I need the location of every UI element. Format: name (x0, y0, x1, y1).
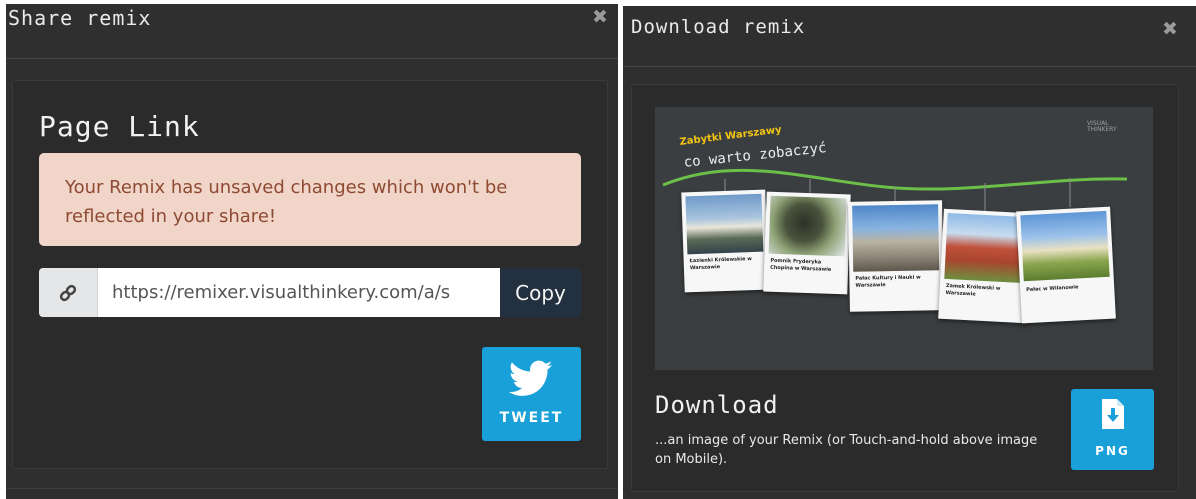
close-icon[interactable]: ✖ (592, 8, 608, 27)
tweet-label: TWEET (499, 410, 564, 426)
share-url-input[interactable] (98, 268, 500, 317)
photo-caption: Pałac w Wilanowie (1026, 284, 1079, 294)
modal-title: Download remix (631, 16, 806, 38)
download-heading: Download (655, 391, 779, 419)
photo-card: Łazienki Królewskie w Warszawie (681, 189, 769, 293)
share-remix-modal: Share remix ✖ Page Link Your Remix has u… (6, 4, 618, 499)
tweet-button[interactable]: TWEET (482, 347, 581, 441)
twitter-bird-icon (509, 360, 553, 396)
download-remix-modal: Download remix ✖ Zabytki Warszawy co war… (623, 6, 1196, 499)
remix-preview-image[interactable]: Zabytki Warszawy co warto zobaczyć VISUA… (655, 107, 1153, 370)
footer-divider (6, 488, 618, 489)
close-icon[interactable]: ✖ (1162, 20, 1178, 39)
link-icon (39, 268, 98, 317)
header-divider (623, 66, 1196, 67)
share-link-group: Copy (39, 268, 581, 317)
alert-text: Your Remix has unsaved changes which won… (65, 177, 508, 227)
photo-caption: Łazienki Królewskie w Warszawie (689, 256, 752, 272)
png-download-button[interactable]: PNG (1071, 389, 1154, 470)
logo-text-2: THINKERY (1087, 126, 1117, 133)
copy-button[interactable]: Copy (500, 268, 581, 317)
header-divider (6, 58, 618, 59)
photo-caption: Pomnik Fryderyka Chopina w Warszawie (770, 257, 832, 273)
photo-card: Pałac Kultury i Nauki w Warszawie (848, 200, 944, 312)
png-label: PNG (1095, 444, 1130, 458)
photo-caption: Zamek Królewski w Warszawie (945, 282, 1001, 298)
visual-thinkery-logo: VISUAL THINKERY (1087, 121, 1117, 133)
photo-caption: Pałac Kultury i Nauki w Warszawie (855, 274, 921, 289)
download-description: ...an image of your Remix (or Touch-and-… (655, 433, 1038, 467)
page-link-heading: Page Link (39, 110, 200, 143)
photo-card: Pomnik Fryderyka Chopina w Warszawie (763, 191, 851, 295)
photo-card: Pałac w Wilanowie (1016, 206, 1116, 324)
modal-title: Share remix (8, 6, 152, 30)
unsaved-changes-alert: Your Remix has unsaved changes which won… (39, 153, 581, 246)
file-download-icon (1102, 399, 1124, 429)
